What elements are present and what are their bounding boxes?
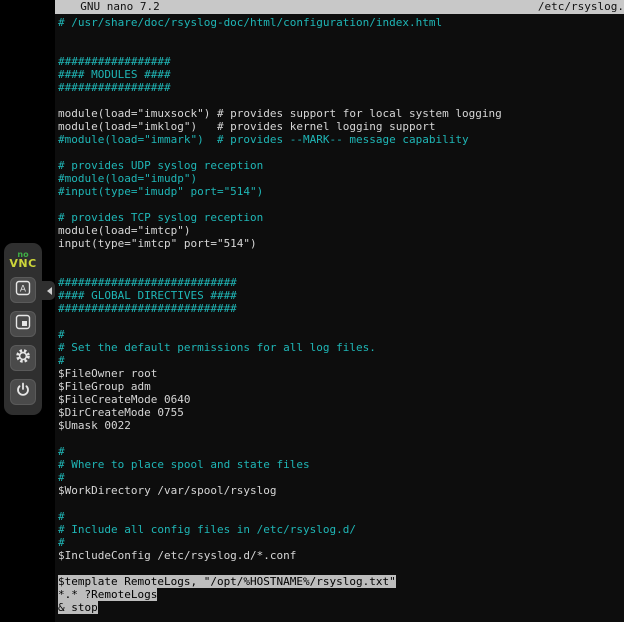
editor-line: # /usr/share/doc/rsyslog-doc/html/config… bbox=[58, 16, 624, 29]
svg-text:A: A bbox=[20, 285, 27, 295]
nano-filename: /etc/rsyslog. bbox=[538, 0, 624, 14]
fullscreen-button[interactable] bbox=[10, 311, 36, 337]
editor-line: $Umask 0022 bbox=[58, 419, 624, 432]
editor-line: # bbox=[58, 354, 624, 367]
nano-version: GNU nano 7.2 bbox=[67, 0, 160, 14]
vnc-control-panel: no VNC A bbox=[4, 243, 42, 415]
nano-titlebar: GNU nano 7.2 /etc/rsyslog. bbox=[55, 0, 624, 14]
editor-line: # provides TCP syslog reception bbox=[58, 211, 624, 224]
editor-area[interactable]: # /usr/share/doc/rsyslog-doc/html/config… bbox=[55, 14, 624, 614]
editor-line bbox=[58, 146, 624, 159]
editor-line bbox=[58, 562, 624, 575]
clipboard-button[interactable]: A bbox=[10, 277, 36, 303]
editor-line: #### MODULES #### bbox=[58, 68, 624, 81]
editor-line: $IncludeConfig /etc/rsyslog.d/*.conf bbox=[58, 549, 624, 562]
clipboard-icon: A bbox=[15, 280, 31, 300]
editor-line bbox=[58, 29, 624, 42]
editor-line: #input(type="imudp" port="514") bbox=[58, 185, 624, 198]
disconnect-button[interactable] bbox=[10, 379, 36, 405]
editor-line bbox=[58, 263, 624, 276]
editor-line: #module(load="immark") # provides --MARK… bbox=[58, 133, 624, 146]
editor-line bbox=[58, 198, 624, 211]
editor-line: # provides UDP syslog reception bbox=[58, 159, 624, 172]
editor-line bbox=[58, 42, 624, 55]
editor-line: # Where to place spool and state files bbox=[58, 458, 624, 471]
editor-line: #### GLOBAL DIRECTIVES #### bbox=[58, 289, 624, 302]
terminal-window[interactable]: GNU nano 7.2 /etc/rsyslog. # /usr/share/… bbox=[55, 0, 624, 622]
gear-icon bbox=[15, 348, 31, 368]
editor-line: input(type="imtcp" port="514") bbox=[58, 237, 624, 250]
selected-text: *.* ?RemoteLogs bbox=[58, 588, 157, 601]
editor-line: # Set the default permissions for all lo… bbox=[58, 341, 624, 354]
editor-line: $DirCreateMode 0755 bbox=[58, 406, 624, 419]
editor-line: module(load="imklog") # provides kernel … bbox=[58, 120, 624, 133]
novnc-logo: no VNC bbox=[9, 250, 36, 268]
editor-line: $WorkDirectory /var/spool/rsyslog bbox=[58, 484, 624, 497]
editor-line: $template RemoteLogs, "/opt/%HOSTNAME%/r… bbox=[58, 575, 624, 588]
editor-line bbox=[58, 497, 624, 510]
editor-line bbox=[58, 94, 624, 107]
editor-line: #module(load="imudp") bbox=[58, 172, 624, 185]
editor-line: # bbox=[58, 510, 624, 523]
editor-line bbox=[58, 250, 624, 263]
novnc-logo-bottom: VNC bbox=[9, 259, 36, 268]
editor-line: ########################### bbox=[58, 302, 624, 315]
editor-line: $FileGroup adm bbox=[58, 380, 624, 393]
fullscreen-icon bbox=[15, 314, 31, 334]
selected-text: & stop bbox=[58, 601, 98, 614]
editor-line: module(load="imtcp") bbox=[58, 224, 624, 237]
editor-line: # bbox=[58, 471, 624, 484]
editor-line bbox=[58, 315, 624, 328]
editor-line: # bbox=[58, 536, 624, 549]
editor-line: $FileCreateMode 0640 bbox=[58, 393, 624, 406]
editor-line: module(load="imuxsock") # provides suppo… bbox=[58, 107, 624, 120]
chevron-left-icon bbox=[43, 287, 52, 295]
editor-line: ################# bbox=[58, 55, 624, 68]
editor-line: & stop bbox=[58, 601, 624, 614]
panel-collapse-handle[interactable] bbox=[42, 281, 55, 300]
selected-text: $template RemoteLogs, "/opt/%HOSTNAME%/r… bbox=[58, 575, 396, 588]
editor-line: *.* ?RemoteLogs bbox=[58, 588, 624, 601]
editor-line: # bbox=[58, 445, 624, 458]
editor-line: ################# bbox=[58, 81, 624, 94]
editor-line: $FileOwner root bbox=[58, 367, 624, 380]
editor-line bbox=[58, 432, 624, 445]
editor-line: ########################### bbox=[58, 276, 624, 289]
settings-button[interactable] bbox=[10, 345, 36, 371]
editor-line: # bbox=[58, 328, 624, 341]
power-icon bbox=[15, 382, 31, 402]
editor-line: # Include all config files in /etc/rsysl… bbox=[58, 523, 624, 536]
